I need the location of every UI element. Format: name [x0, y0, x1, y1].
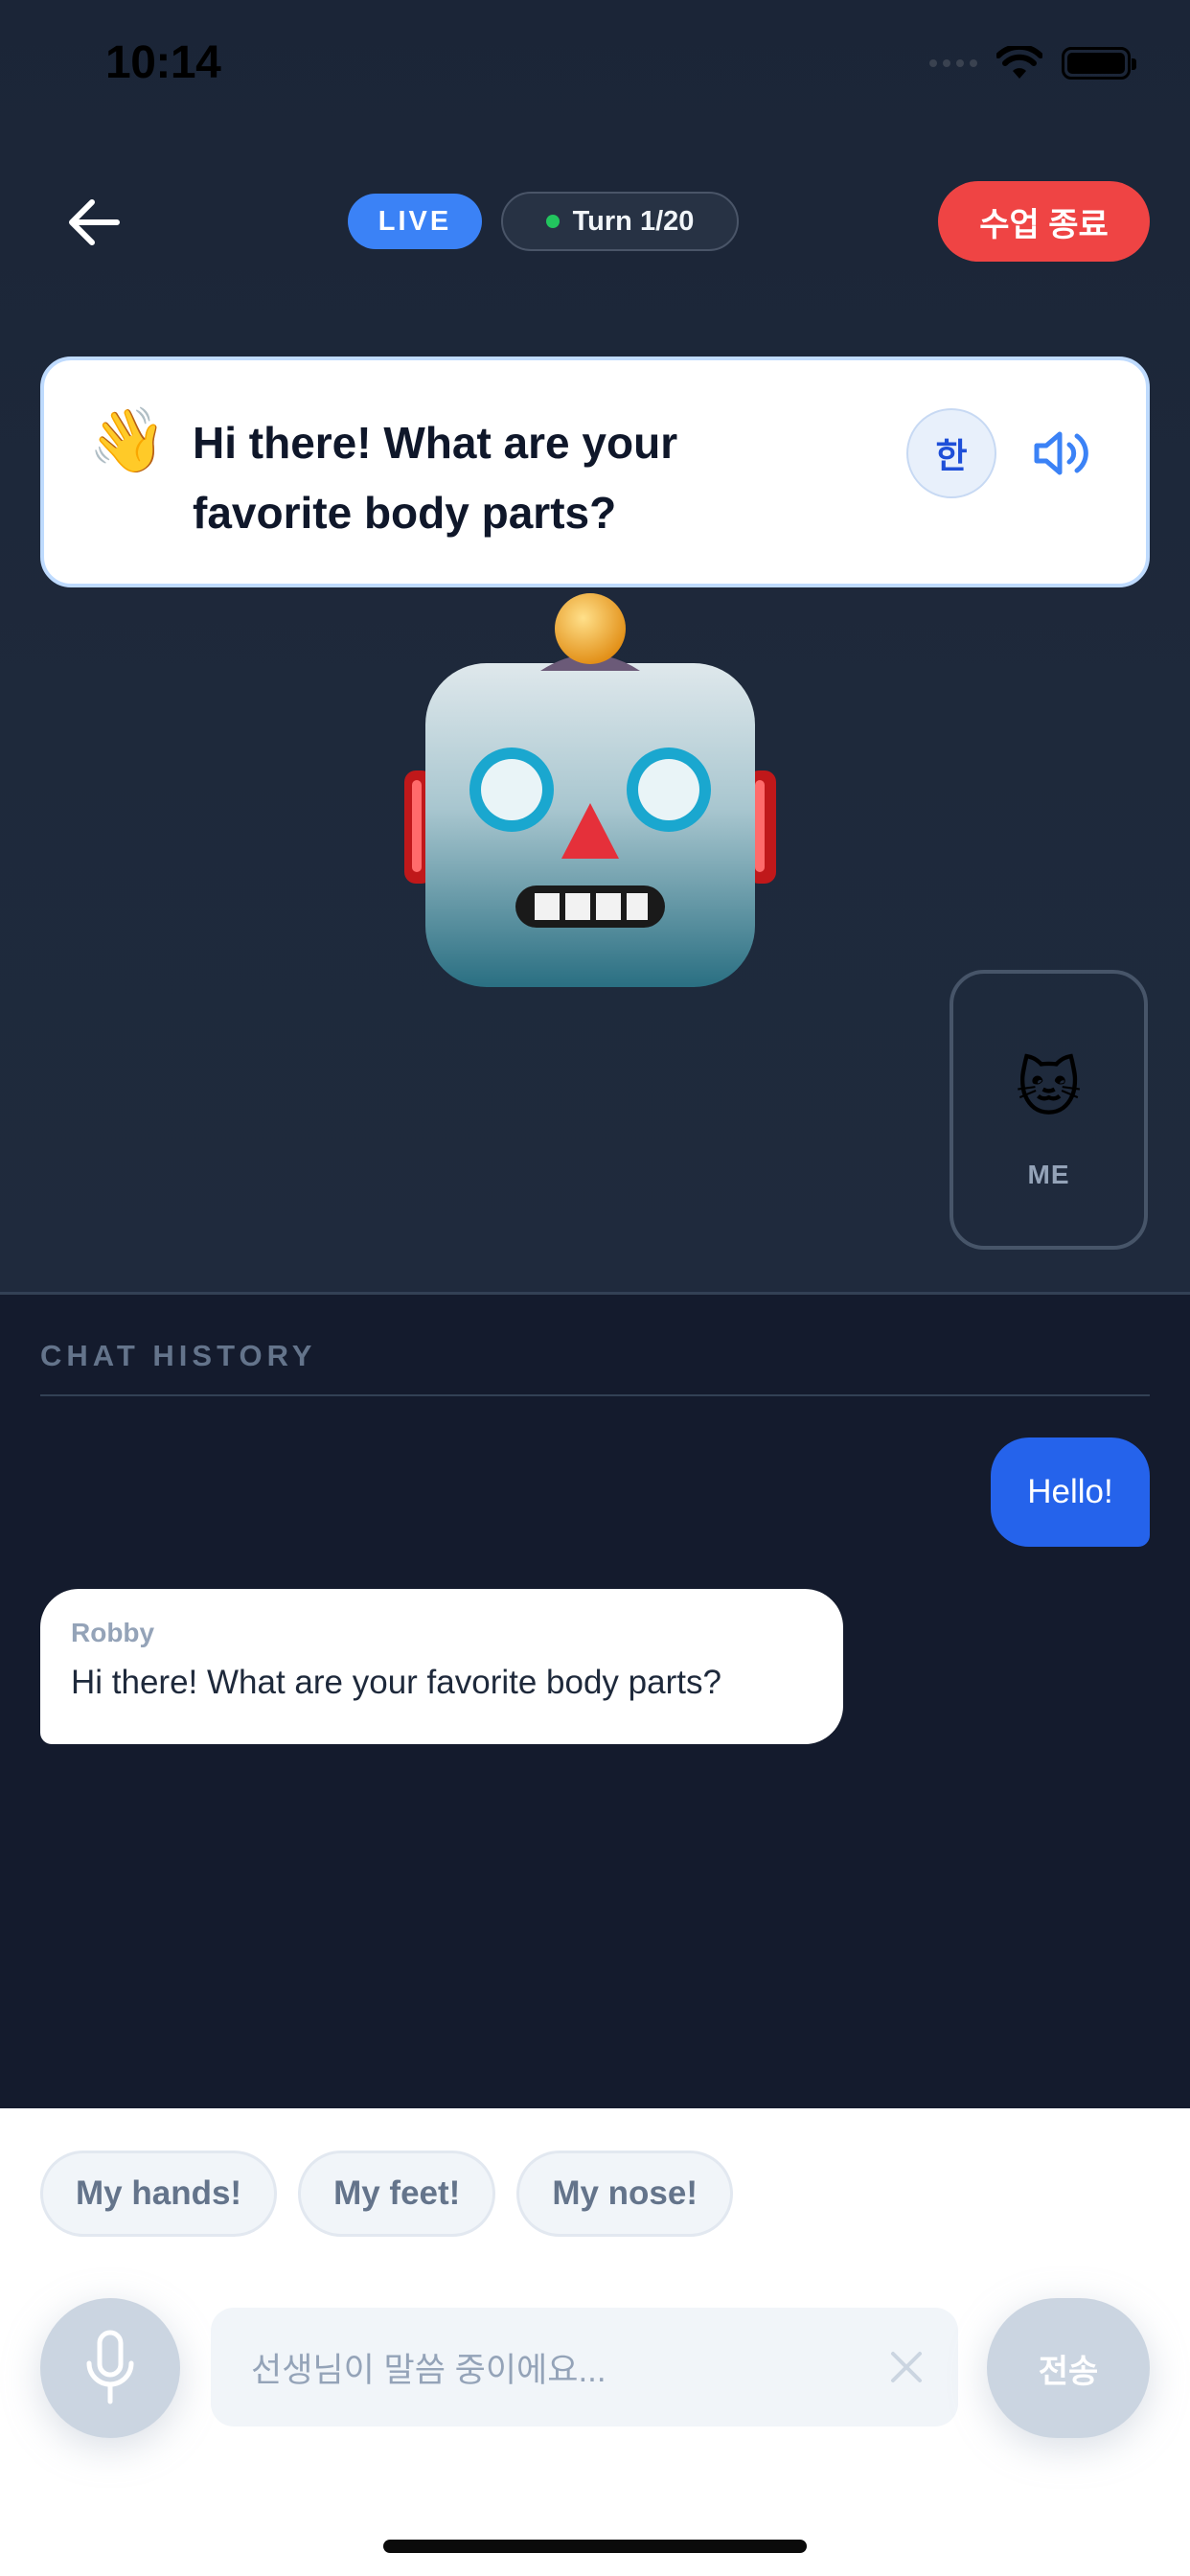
- speaker-button[interactable]: [1021, 413, 1102, 494]
- mic-icon: [86, 2330, 134, 2404]
- suggestion-chip[interactable]: My feet!: [298, 2150, 496, 2237]
- bot-message-bubble: Robby Hi there! What are your favorite b…: [40, 1589, 843, 1744]
- chat-history-rule: [40, 1394, 1150, 1396]
- speech-text: Hi there! What are your favorite body pa…: [193, 418, 678, 538]
- turn-badge: Turn 1/20: [501, 192, 739, 251]
- mic-button[interactable]: [40, 2298, 180, 2438]
- input-placeholder: 선생님이 말씀 중이에요...: [251, 2351, 606, 2389]
- wifi-icon: [996, 46, 1042, 79]
- user-message-bubble: Hello!: [991, 1438, 1150, 1547]
- me-label: ME: [1027, 1160, 1070, 1189]
- self-video-tile: 🐱 ME: [950, 970, 1148, 1250]
- status-time: 10:14: [105, 37, 221, 88]
- suggestion-chip[interactable]: My hands!: [40, 2150, 278, 2237]
- live-badge: LIVE: [348, 194, 482, 249]
- end-lesson-button[interactable]: 수업 종료: [938, 181, 1150, 262]
- translate-button[interactable]: 한: [906, 408, 996, 498]
- clear-icon[interactable]: [883, 2344, 929, 2390]
- turn-status-dot: [545, 215, 560, 228]
- signal-icon: [929, 59, 977, 67]
- back-arrow-icon: [69, 199, 120, 245]
- message-input[interactable]: 선생님이 말씀 중이에요...: [211, 2308, 958, 2426]
- battery-icon: [1062, 47, 1136, 80]
- waving-hand-icon: 👋: [88, 404, 168, 475]
- message-text: Hi there! What are your favorite body pa…: [71, 1664, 721, 1701]
- robot-avatar: [404, 593, 776, 987]
- back-button[interactable]: [54, 182, 134, 263]
- status-indicators: [929, 46, 1136, 80]
- turn-label: Turn 1/20: [572, 205, 695, 237]
- cat-face-icon: 🐱: [1016, 1052, 1082, 1123]
- message-sender: Robby: [71, 1618, 155, 1647]
- section-divider: [0, 1292, 1190, 1295]
- suggestion-chips: My hands! My feet! My nose!: [40, 2150, 734, 2237]
- chat-history-label: CHAT HISTORY: [40, 1339, 317, 1372]
- teacher-speech-card: 👋 Hi there! What are your favorite body …: [40, 356, 1150, 587]
- speaker-icon: [1034, 431, 1088, 475]
- input-panel: My hands! My feet! My nose! 선생님이 말씀 중이에요…: [0, 2108, 1190, 2576]
- send-button[interactable]: 전송: [987, 2298, 1150, 2438]
- suggestion-chip[interactable]: My nose!: [516, 2150, 734, 2237]
- home-indicator: [383, 2540, 807, 2553]
